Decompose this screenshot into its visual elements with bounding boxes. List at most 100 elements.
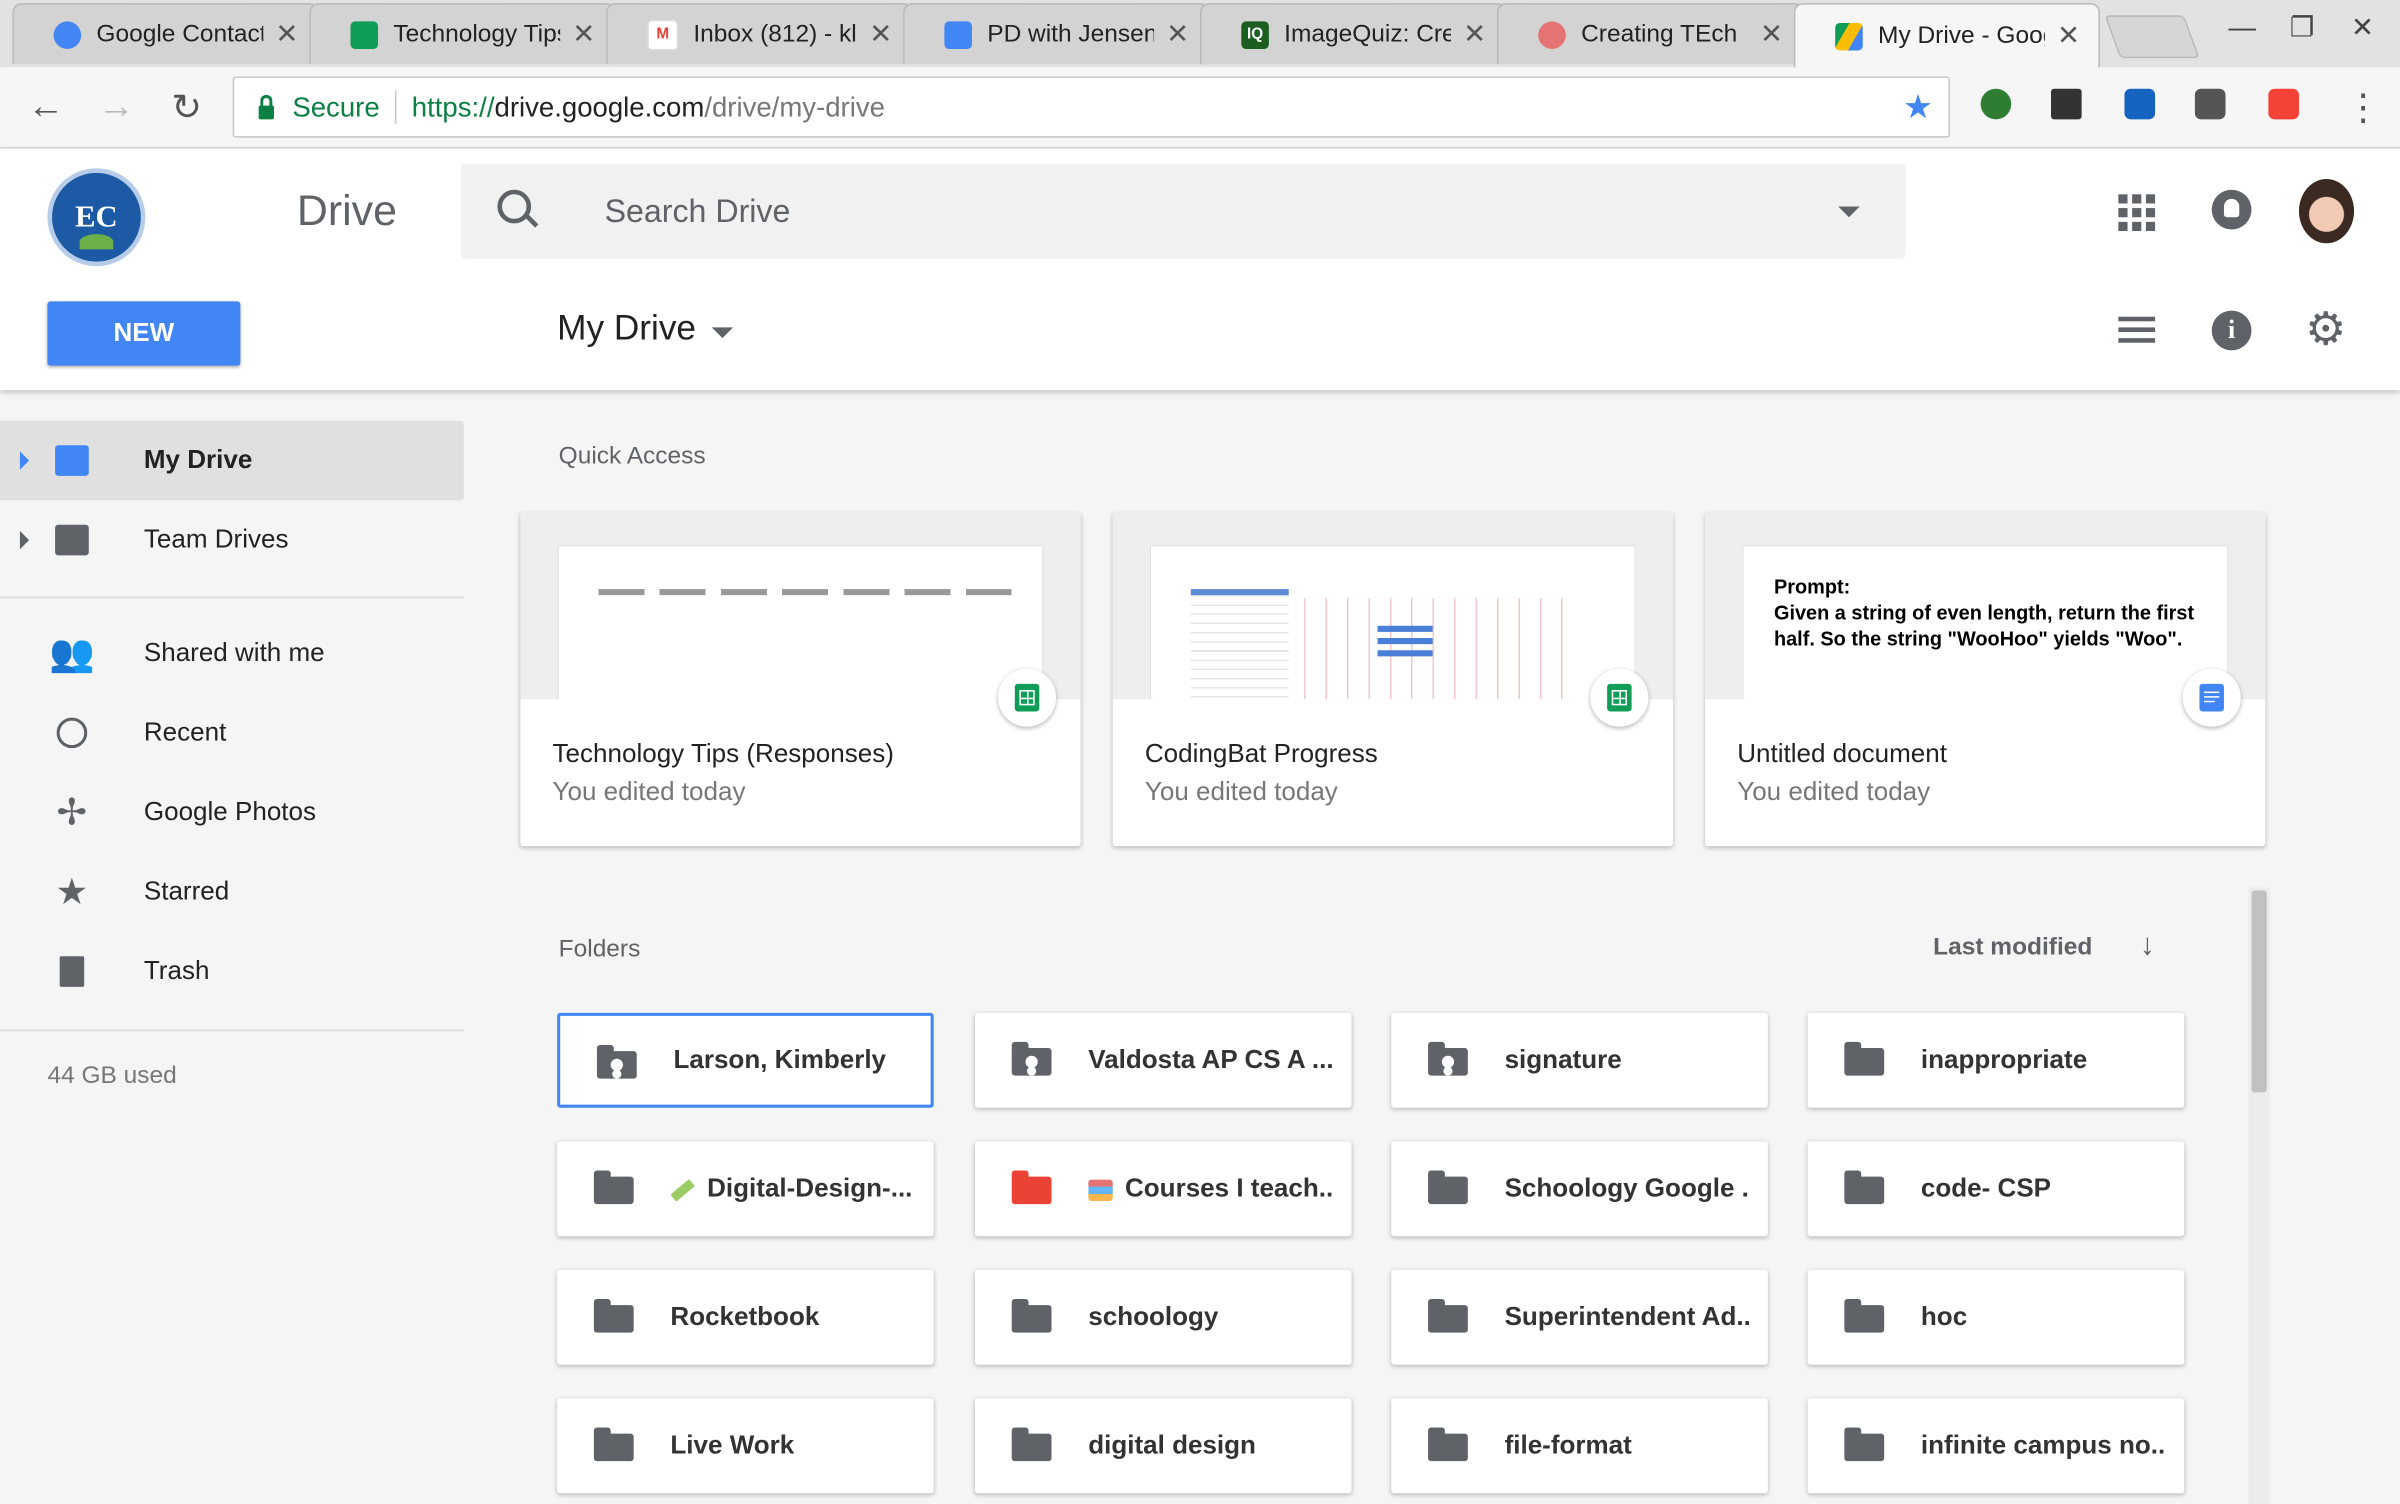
quick-access-card[interactable]: Prompt: Given a string of even length, r…	[1705, 512, 2266, 847]
expand-arrow-icon[interactable]	[19, 530, 30, 550]
close-icon[interactable]: ✕	[1760, 18, 1783, 50]
folder-item[interactable]: Valdosta AP CS A ...	[974, 1012, 1352, 1108]
team-drives-icon	[52, 520, 92, 560]
address-bar[interactable]: Secure https://drive.google.com/drive/my…	[232, 76, 1950, 138]
expand-arrow-icon[interactable]	[19, 451, 30, 470]
arrow-down-icon[interactable]: ↓	[2140, 929, 2155, 964]
quick-access-title: Quick Access	[558, 443, 706, 470]
docs-icon	[2199, 683, 2224, 712]
chevron-down-icon[interactable]	[711, 327, 734, 339]
tab-creating-tech[interactable]: Creating TEch ✕	[1496, 3, 1804, 65]
folder-item[interactable]: signature	[1391, 1012, 1768, 1108]
quick-access-card[interactable]: CodingBat Progress You edited today	[1112, 512, 1673, 847]
screencastify-icon[interactable]	[2124, 88, 2156, 120]
thumbnail-page	[558, 546, 1043, 700]
sidebar-item-label: Team Drives	[143, 524, 289, 554]
folder-item[interactable]: Schoology Google ...	[1391, 1141, 1768, 1237]
sidebar-item-recent[interactable]: Recent	[0, 693, 464, 773]
new-button[interactable]: NEW	[47, 301, 241, 366]
folder-item[interactable]: hoc	[1807, 1269, 2185, 1365]
sidebar-item-label: Trash	[143, 956, 210, 986]
folder-item[interactable]: Larson, Kimberly	[557, 1012, 934, 1108]
close-icon[interactable]: ✕	[869, 18, 892, 50]
search-icon[interactable]	[497, 189, 532, 224]
scrollbar-thumb[interactable]	[2251, 890, 2267, 1093]
tab-inbox[interactable]: M Inbox (812) - kla ✕	[606, 3, 913, 65]
evernote-icon[interactable]	[1980, 88, 2012, 120]
school-logo[interactable]: EC	[47, 168, 146, 267]
docs-badge	[2182, 668, 2241, 727]
scrollbar[interactable]	[2248, 887, 2270, 1504]
tab-my-drive[interactable]: My Drive - Goog ✕	[1793, 3, 2100, 68]
close-icon[interactable]: ✕	[2057, 20, 2080, 52]
folder-name: infinite campus no...	[1920, 1430, 2166, 1460]
sidebar-item-shared-with-me[interactable]: 👥 Shared with me	[0, 614, 464, 694]
search-options-icon[interactable]	[1838, 206, 1860, 218]
sidebar-item-starred[interactable]: ★ Starred	[0, 852, 464, 932]
folder-item[interactable]: inappropriate	[1807, 1012, 2185, 1108]
sheets-icon	[1014, 683, 1040, 712]
url-host: drive.google.com	[494, 91, 705, 122]
notifications-icon[interactable]	[2211, 189, 2252, 230]
tab-technology-tips[interactable]: Technology Tips ✕	[309, 3, 616, 65]
sidebar-item-google-photos[interactable]: ✢ Google Photos	[0, 773, 464, 853]
bookmark-star-icon[interactable]: ★	[1903, 87, 1933, 127]
folder-item[interactable]: Rocketbook	[557, 1269, 934, 1365]
close-icon[interactable]: ✕	[572, 18, 595, 50]
close-window-icon[interactable]: ✕	[2351, 12, 2374, 44]
back-icon[interactable]: ←	[28, 86, 65, 129]
apps-grid-icon[interactable]	[2118, 194, 2156, 232]
sort-button[interactable]: Last modified	[1933, 935, 2092, 963]
folder-item[interactable]: infinite campus no...	[1807, 1398, 2185, 1494]
close-icon[interactable]: ✕	[1463, 18, 1486, 50]
avatar[interactable]	[2298, 179, 2355, 244]
books-emoji-icon	[1088, 1178, 1113, 1201]
folder-item[interactable]: schoology	[974, 1269, 1352, 1365]
tab-title: ImageQuiz: Crea	[1284, 20, 1451, 47]
gear-icon[interactable]: ⚙	[2305, 307, 2346, 354]
close-icon[interactable]: ✕	[1166, 18, 1189, 50]
folder-item[interactable]: Digital-Design-...	[557, 1141, 934, 1237]
new-tab-button[interactable]	[2104, 15, 2200, 59]
close-icon[interactable]: ✕	[275, 18, 298, 50]
storage-usage[interactable]: 44 GB used	[47, 1063, 176, 1091]
sidebar-item-trash[interactable]: Trash	[0, 932, 464, 1012]
quick-access-card[interactable]: Technology Tips (Responses) You edited t…	[520, 512, 1081, 847]
folder-item[interactable]: digital design	[974, 1398, 1352, 1494]
lightbulb-icon[interactable]	[2194, 88, 2226, 120]
drive-icon	[1835, 22, 1863, 50]
folder-name: signature	[1504, 1044, 1622, 1075]
info-icon[interactable]: i	[2211, 310, 2252, 351]
tab-google-contacts[interactable]: Google Contacts ✕	[12, 3, 319, 65]
forward-icon[interactable]: →	[98, 86, 135, 129]
url-path: /drive/my-drive	[704, 91, 885, 122]
folders-title: Folders	[558, 936, 641, 963]
ct-icon[interactable]	[2051, 88, 2082, 120]
page-title[interactable]: My Drive	[557, 308, 696, 349]
shield-icon[interactable]	[2268, 88, 2299, 120]
thumbnail-page: Prompt: Given a string of even length, r…	[1743, 546, 2228, 700]
folder-icon	[593, 1170, 634, 1205]
minimize-icon[interactable]: —	[2229, 12, 2257, 44]
tab-pd-with-jensen[interactable]: PD with Jensen ✕	[903, 3, 1210, 65]
folder-name: Valdosta AP CS A ...	[1088, 1044, 1334, 1075]
search-input[interactable]	[601, 188, 1771, 238]
sidebar-item-my-drive[interactable]: My Drive	[0, 420, 464, 501]
folder-item[interactable]: file-format	[1391, 1398, 1768, 1494]
clock-icon	[52, 713, 92, 753]
docs-icon	[944, 20, 972, 49]
sidebar-item-team-drives[interactable]: Team Drives	[0, 500, 464, 580]
flower-icon	[1538, 20, 1566, 49]
folder-item[interactable]: Superintendent Ad...	[1391, 1269, 1768, 1365]
file-thumbnail	[1112, 512, 1673, 700]
restore-icon[interactable]: ❐	[2290, 12, 2315, 44]
reload-icon[interactable]: ↻	[171, 86, 202, 130]
folder-icon	[1428, 1298, 1468, 1333]
folder-item[interactable]: Courses I teach...	[974, 1141, 1352, 1237]
menu-icon[interactable]: ⋮	[2345, 86, 2382, 130]
folder-item[interactable]: Live Work	[557, 1398, 934, 1494]
list-view-icon[interactable]	[2118, 316, 2156, 348]
tab-imagequiz[interactable]: IQ ImageQuiz: Crea ✕	[1199, 3, 1507, 65]
folder-item[interactable]: code- CSP	[1807, 1141, 2185, 1237]
folder-icon	[1844, 1170, 1885, 1205]
